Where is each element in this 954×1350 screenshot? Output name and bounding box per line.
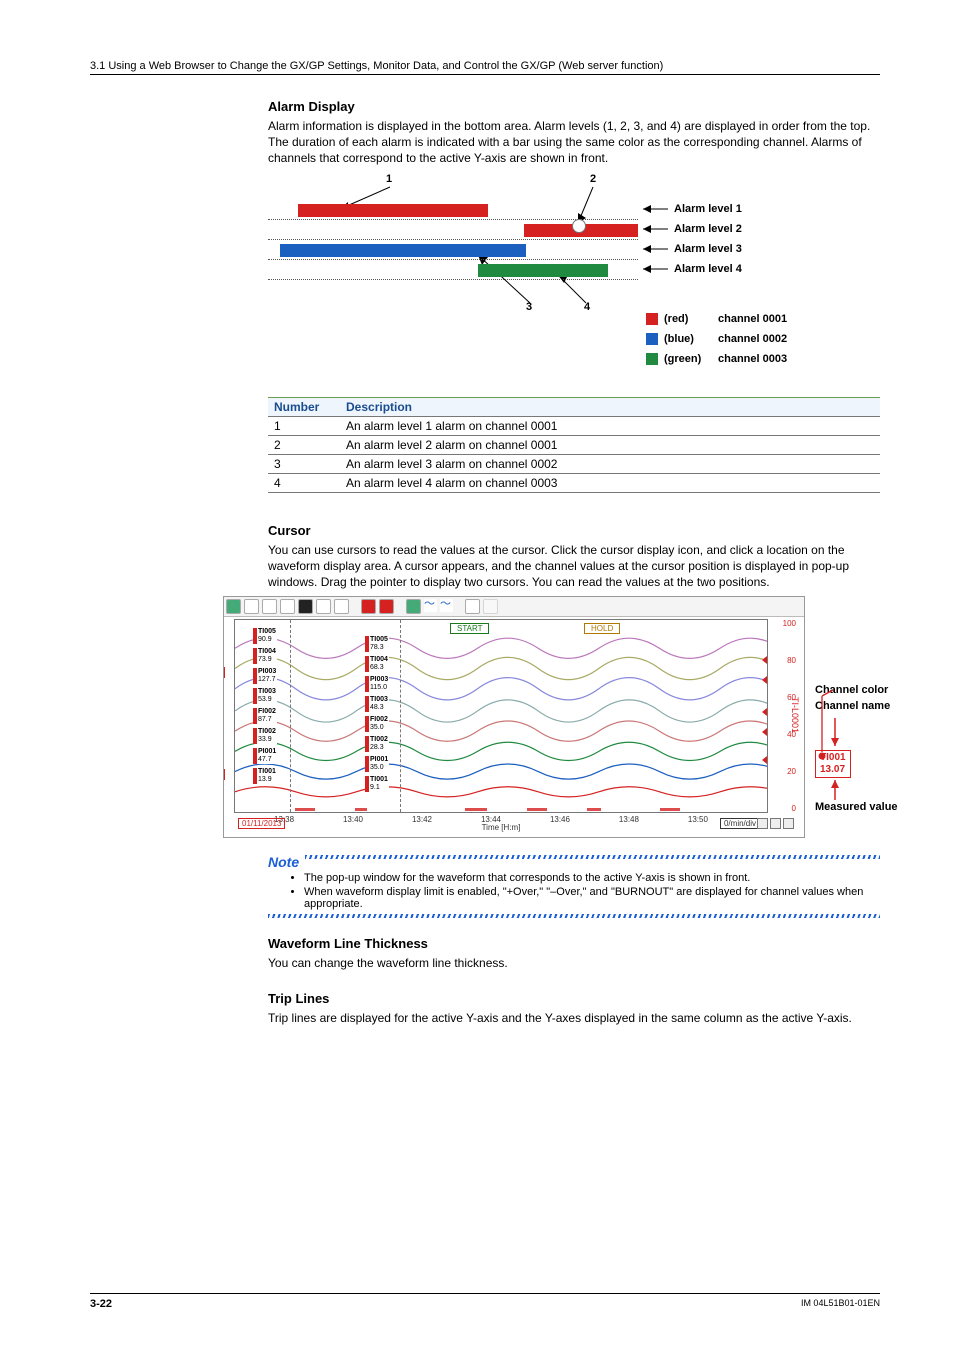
alarm-display-heading: Alarm Display (268, 99, 880, 114)
alarm-level-2-label: Alarm level 2 (674, 223, 742, 235)
breadcrumb: 3.1 Using a Web Browser to Change the GX… (90, 60, 880, 75)
legend-blue-swatch (646, 333, 658, 345)
cursor-heading: Cursor (268, 523, 880, 538)
waveform-thickness-para: You can change the waveform line thickne… (268, 955, 880, 971)
alarm-bar-l3-ch2 (280, 244, 526, 257)
table-row: 3An alarm level 3 alarm on channel 0002 (268, 454, 880, 473)
table-row: 1An alarm level 1 alarm on channel 0001 (268, 416, 880, 435)
alarm-description-table: Number Description 1An alarm level 1 ala… (268, 397, 880, 493)
trip-lines-heading: Trip Lines (268, 991, 880, 1006)
trip-lines-para: Trip lines are displayed for the active … (268, 1010, 880, 1026)
waveform-thickness-heading: Waveform Line Thickness (268, 936, 880, 951)
alarm-bar-l1-ch1 (298, 204, 488, 217)
channel-value-box: TI001 13.07 (815, 750, 851, 778)
alarm-bar-l4-ch3 (478, 264, 608, 277)
note-item: When waveform display limit is enabled, … (304, 886, 880, 910)
legend-red-color: (red) (664, 313, 712, 325)
legend-blue-ch: channel 0002 (718, 333, 787, 345)
note-item: The pop-up window for the waveform that … (304, 872, 880, 884)
legend-red-ch: channel 0001 (718, 313, 787, 325)
channel-box-name: TI001 (820, 752, 846, 764)
table-row: 4An alarm level 4 alarm on channel 0003 (268, 473, 880, 492)
table-row: 2An alarm level 2 alarm on channel 0001 (268, 435, 880, 454)
alarm-level-1-label: Alarm level 1 (674, 203, 742, 215)
legend-green-color: (green) (664, 353, 712, 365)
legend-red-swatch (646, 313, 658, 325)
page-number: 3-22 (90, 1298, 112, 1310)
table-header-number: Number (268, 397, 340, 416)
legend-blue-color: (blue) (664, 333, 712, 345)
alarm-level-3-label: Alarm level 3 (674, 243, 742, 255)
legend-green-ch: channel 0003 (718, 353, 787, 365)
alarm-level-4-label: Alarm level 4 (674, 263, 742, 275)
note-list: The pop-up window for the waveform that … (268, 872, 880, 910)
channel-box-val: 13.07 (820, 764, 846, 776)
table-header-desc: Description (340, 397, 880, 416)
cursor-para: You can use cursors to read the values a… (268, 542, 880, 591)
doc-id: IM 04L51B01-01EN (801, 1298, 880, 1310)
alarm-diagram: 1 2 3 4 (268, 173, 888, 383)
alarm-display-para: Alarm information is displayed in the bo… (268, 118, 880, 167)
legend-green-swatch (646, 353, 658, 365)
note-title: Note (268, 854, 299, 870)
